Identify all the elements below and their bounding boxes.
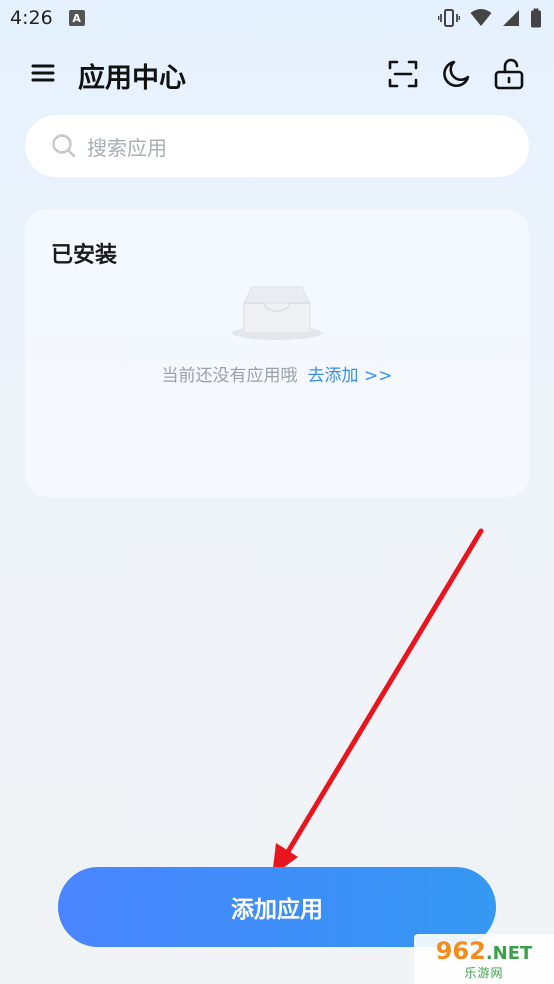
watermark-number: 962 [435,936,486,965]
battery-icon [531,8,541,28]
site-watermark: 962.NET 乐游网 [414,934,554,984]
signal-icon [503,10,519,26]
watermark-caption: 乐游网 [464,965,504,980]
search-icon [52,134,76,158]
page-title: 应用中心 [78,63,186,94]
empty-state-row: 当前还没有应用哦 去添加 >> [25,361,529,386]
empty-state-text: 当前还没有应用哦 [161,366,298,386]
status-icons [438,8,542,28]
menu-icon[interactable] [30,60,56,86]
wifi-icon [470,9,492,26]
search-placeholder: 搜索应用 [87,135,167,160]
app-header: 应用中心 [0,46,554,102]
status-bar: 4:26 A [0,0,554,36]
watermark-suffix: .NET [485,942,533,964]
moon-icon[interactable] [440,58,472,90]
installed-section: 已安装 当前还没有应用哦 去添加 >> [25,209,529,497]
installed-title: 已安装 [51,243,118,268]
watermark-logo: 962.NET [436,939,533,966]
go-add-link[interactable]: 去添加 >> [308,366,393,386]
scan-icon[interactable] [387,58,419,90]
vibrate-icon [438,9,460,27]
status-time: 4:26 [10,7,53,29]
empty-inbox-icon [232,286,322,340]
search-bar[interactable]: 搜索应用 [25,115,529,177]
unlock-icon[interactable] [493,58,525,90]
notification-app-icon: A [68,10,85,26]
